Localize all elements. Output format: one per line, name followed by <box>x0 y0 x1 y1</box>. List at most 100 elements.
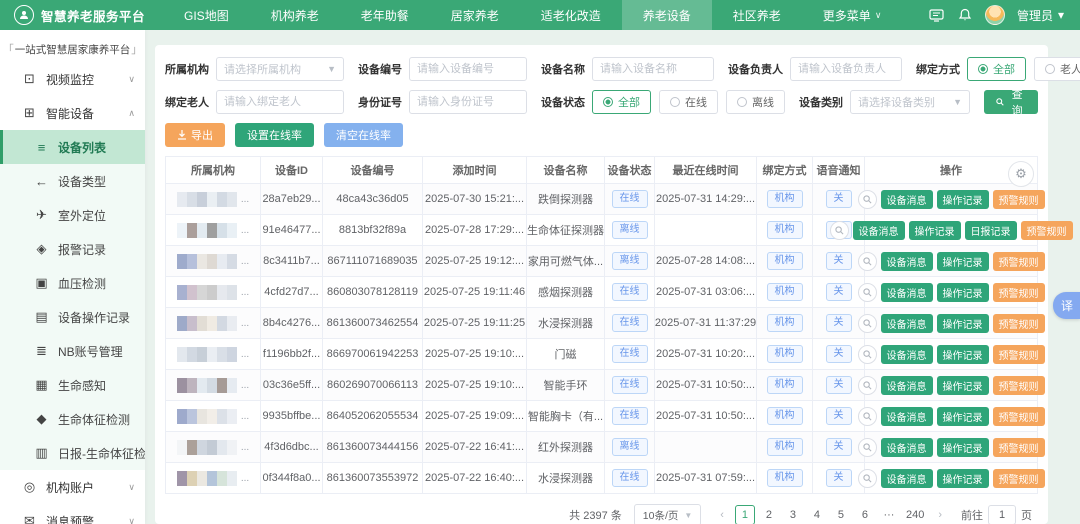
sidebar-item-3[interactable]: ◎ 机构账户 ∨ <box>0 470 145 504</box>
sidebar-item-2[interactable]: ⊞ 智能设备 ∧ <box>0 96 145 130</box>
radio-全部[interactable]: 全部 <box>592 90 651 114</box>
page-number-240[interactable]: 240 <box>903 505 927 524</box>
filter-input-设备名称[interactable] <box>592 57 714 81</box>
view-detail-button[interactable] <box>857 189 877 209</box>
op-button-设备消息[interactable]: 设备消息 <box>880 406 933 426</box>
export-button[interactable]: 导出 <box>165 123 225 147</box>
next-page-button[interactable]: › <box>933 509 947 521</box>
radio-老人[interactable]: 老人 <box>1034 57 1080 81</box>
op-button-设备消息[interactable]: 设备消息 <box>880 344 933 364</box>
op-button-操作记录[interactable]: 操作记录 <box>936 344 989 364</box>
op-button-操作记录[interactable]: 操作记录 <box>936 437 989 457</box>
page-number-6[interactable]: 6 <box>855 505 875 524</box>
user-menu[interactable]: 管理员 ▾ <box>1017 7 1064 24</box>
nav-item-8[interactable]: 更多菜单 ∨ <box>802 0 903 30</box>
filter-input-绑定老人[interactable] <box>216 90 344 114</box>
op-button-预警规则[interactable]: 预警规则 <box>992 251 1045 271</box>
op-button-预警规则[interactable]: 预警规则 <box>992 375 1045 395</box>
sidebar-subitem-9[interactable]: ◆ 生命体征检测 <box>0 402 145 436</box>
op-button-操作记录[interactable]: 操作记录 <box>936 251 989 271</box>
page-number-3[interactable]: 3 <box>783 505 803 524</box>
op-button-预警规则[interactable]: 预警规则 <box>992 406 1045 426</box>
page-number-1[interactable]: 1 <box>734 505 755 524</box>
page-number-5[interactable]: 5 <box>831 505 851 524</box>
view-detail-button[interactable] <box>857 375 877 395</box>
op-button-设备消息[interactable]: 设备消息 <box>852 220 905 240</box>
op-button-操作记录[interactable]: 操作记录 <box>936 406 989 426</box>
sidebar-subitem-5[interactable]: ▣ 血压检测 <box>0 266 145 300</box>
prev-page-button[interactable]: ‹ <box>715 509 729 521</box>
view-detail-button[interactable] <box>829 220 849 240</box>
set-online-rate-button[interactable]: 设置在线率 <box>235 123 314 147</box>
goto-page-input[interactable] <box>988 505 1016 524</box>
op-button-预警规则[interactable]: 预警规则 <box>992 189 1045 209</box>
radio-在线[interactable]: 在线 <box>659 90 718 114</box>
sidebar-item-1[interactable]: ⊡ 视频监控 ∨ <box>0 62 145 96</box>
user-avatar[interactable] <box>984 5 1005 25</box>
view-detail-button[interactable] <box>857 251 877 271</box>
filter-input-设备负责人[interactable] <box>790 57 902 81</box>
view-detail-button[interactable] <box>857 468 877 488</box>
view-detail-button[interactable] <box>857 437 877 457</box>
filter-input-设备编号[interactable] <box>409 57 527 81</box>
view-detail-button[interactable] <box>857 313 877 333</box>
org-account-icon: ◎ <box>23 479 36 494</box>
page-size-select[interactable]: 10条/页 ▼ <box>633 504 702 524</box>
nav-item-6[interactable]: 养老设备 <box>621 0 712 30</box>
clear-online-rate-button[interactable]: 清空在线率 <box>324 123 403 147</box>
op-button-设备消息[interactable]: 设备消息 <box>880 375 933 395</box>
brand[interactable]: 智慧养老服务平台 <box>0 5 163 25</box>
op-button-预警规则[interactable]: 预警规则 <box>992 282 1045 302</box>
op-button-设备消息[interactable]: 设备消息 <box>880 437 933 457</box>
sidebar-subitem-8[interactable]: ▦ 生命感知 <box>0 368 145 402</box>
sidebar-subitem-2[interactable]: ← 设备类型 <box>0 164 145 198</box>
op-button-设备消息[interactable]: 设备消息 <box>880 251 933 271</box>
nav-item-1[interactable]: GIS地图 <box>163 0 250 30</box>
translate-float-button[interactable]: 译 <box>1052 292 1080 319</box>
sidebar-subitem-10[interactable]: ▥ 日报-生命体征检测 <box>0 436 145 470</box>
op-button-操作记录[interactable]: 操作记录 <box>936 189 989 209</box>
op-button-预警规则[interactable]: 预警规则 <box>1020 220 1073 240</box>
monitor-screen-icon[interactable] <box>929 7 945 23</box>
page-number-2[interactable]: 2 <box>759 505 779 524</box>
cell-added-time: 2025-07-22 16:41:... <box>423 432 527 462</box>
op-button-操作记录[interactable]: 操作记录 <box>908 220 961 240</box>
op-button-设备消息[interactable]: 设备消息 <box>880 468 933 488</box>
sidebar-subitem-4[interactable]: ◈ 报警记录 <box>0 232 145 266</box>
filter-select-所属机构[interactable]: 请选择所属机构 ▼ <box>216 57 344 81</box>
view-detail-button[interactable] <box>857 344 877 364</box>
nav-item-5[interactable]: 适老化改造 <box>520 0 622 30</box>
sidebar-subitem-1[interactable]: ≡ 设备列表 <box>0 130 145 164</box>
view-detail-button[interactable] <box>857 406 877 426</box>
sidebar-subitem-6[interactable]: ▤ 设备操作记录 <box>0 300 145 334</box>
op-button-操作记录[interactable]: 操作记录 <box>936 282 989 302</box>
op-button-操作记录[interactable]: 操作记录 <box>936 375 989 395</box>
cell-bind-type: 机构 <box>757 432 813 462</box>
nav-item-3[interactable]: 老年助餐 <box>340 0 430 30</box>
op-button-设备消息[interactable]: 设备消息 <box>880 189 933 209</box>
column-settings-button[interactable]: ⚙ <box>1008 161 1034 187</box>
op-button-预警规则[interactable]: 预警规则 <box>992 344 1045 364</box>
op-button-设备消息[interactable]: 设备消息 <box>880 313 933 333</box>
nav-item-2[interactable]: 机构养老 <box>250 0 340 30</box>
filter-input-身份证号[interactable] <box>409 90 527 114</box>
sidebar-subitem-7[interactable]: ≣ NB账号管理 <box>0 334 145 368</box>
sidebar-subitem-3[interactable]: ✈ 室外定位 <box>0 198 145 232</box>
filter-select-设备类别[interactable]: 请选择设备类别 ▼ <box>850 90 970 114</box>
op-button-预警规则[interactable]: 预警规则 <box>992 468 1045 488</box>
op-button-日报记录[interactable]: 日报记录 <box>964 220 1017 240</box>
radio-全部[interactable]: 全部 <box>967 57 1026 81</box>
op-button-操作记录[interactable]: 操作记录 <box>936 313 989 333</box>
page-number-4[interactable]: 4 <box>807 505 827 524</box>
search-button[interactable]: 查询 <box>984 89 1038 117</box>
op-button-设备消息[interactable]: 设备消息 <box>880 282 933 302</box>
radio-离线[interactable]: 离线 <box>726 90 785 114</box>
view-detail-button[interactable] <box>857 282 877 302</box>
sidebar-item-4[interactable]: ✉ 消息预警 ∨ <box>0 504 145 524</box>
nav-item-4[interactable]: 居家养老 <box>430 0 520 30</box>
notification-bell-icon[interactable] <box>957 7 973 23</box>
op-button-预警规则[interactable]: 预警规则 <box>992 313 1045 333</box>
nav-item-7[interactable]: 社区养老 <box>712 0 802 30</box>
op-button-操作记录[interactable]: 操作记录 <box>936 468 989 488</box>
op-button-预警规则[interactable]: 预警规则 <box>992 437 1045 457</box>
